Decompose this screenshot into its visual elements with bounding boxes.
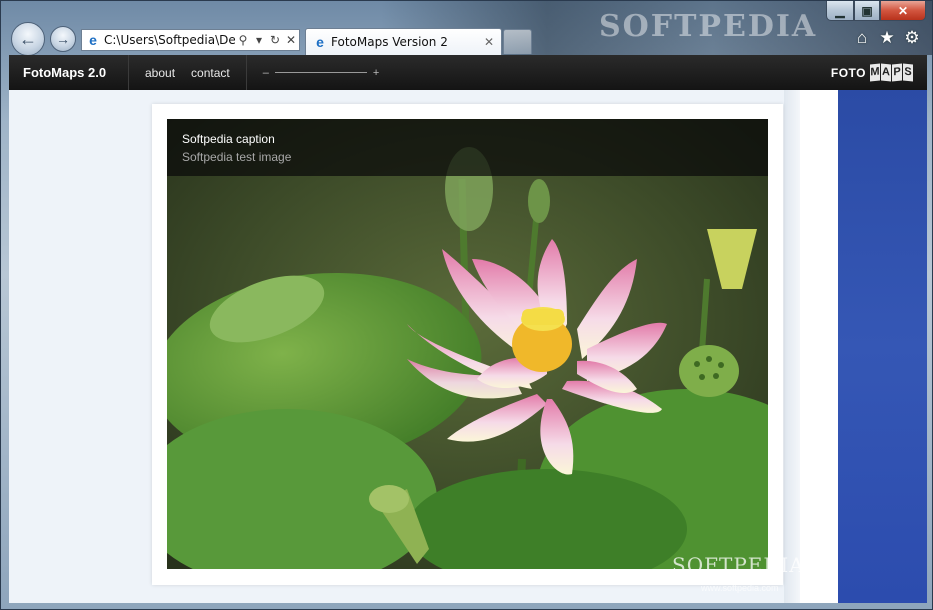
arrow-right-icon: → xyxy=(56,31,70,47)
zoom-slider[interactable]: – + xyxy=(247,67,380,79)
close-icon: ✕ xyxy=(897,3,909,18)
arrow-left-icon: ← xyxy=(19,28,37,49)
new-tab-button[interactable] xyxy=(503,29,532,54)
softpedia-watermark-bottom: SOFTPEDIA xyxy=(672,553,805,577)
browser-toolbar: ⌂ ★ ⚙ xyxy=(854,29,920,47)
ie-tab-icon: e xyxy=(316,34,324,50)
browser-window: SOFTPEDIA ▁ ▣ ✕ ← → e C:\Users\Softpedia… xyxy=(0,0,933,610)
site-brand[interactable]: FotoMaps 2.0 xyxy=(9,55,129,90)
tab-close-icon[interactable]: ✕ xyxy=(481,35,497,49)
maximize-button[interactable]: ▣ xyxy=(854,1,880,21)
map-blue-strip xyxy=(838,90,927,603)
close-button[interactable]: ✕ xyxy=(880,1,926,21)
stop-icon[interactable]: ✕ xyxy=(283,33,299,47)
window-caption-buttons: ▁ ▣ ✕ xyxy=(826,1,926,21)
site-nav-links: about contact xyxy=(129,55,247,90)
map-edge-strip xyxy=(784,90,800,603)
minimize-icon: ▁ xyxy=(835,3,845,18)
logo-letter: M xyxy=(870,63,880,82)
fotomaps-logo: FOTO M A P S xyxy=(830,63,913,82)
map-white-strip xyxy=(800,90,838,603)
lotus-photo[interactable]: Softpedia caption Softpedia test image xyxy=(167,119,768,569)
page-viewport: FotoMaps 2.0 about contact – + FOTO M A … xyxy=(9,55,927,603)
caption-overlay: Softpedia caption Softpedia test image xyxy=(167,119,768,176)
ie-page-icon: e xyxy=(89,32,97,48)
search-icon[interactable]: ⚲ xyxy=(235,33,251,47)
zoom-in-button[interactable]: + xyxy=(373,67,379,79)
nav-link-contact[interactable]: contact xyxy=(191,66,230,80)
tab-fotomaps[interactable]: e FotoMaps Version 2 ✕ xyxy=(305,28,502,55)
caption-subtitle: Softpedia test image xyxy=(182,150,292,164)
caption-title: Softpedia caption xyxy=(182,132,275,146)
back-button[interactable]: ← xyxy=(11,22,45,56)
logo-prefix: FOTO xyxy=(830,65,866,80)
forward-button[interactable]: → xyxy=(50,26,76,52)
zoom-track[interactable] xyxy=(274,72,367,73)
lotus-illustration xyxy=(167,119,768,569)
logo-letter: A xyxy=(881,63,891,82)
refresh-icon[interactable]: ↻ xyxy=(267,33,283,47)
photo-card: Softpedia caption Softpedia test image xyxy=(152,104,783,585)
nav-link-about[interactable]: about xyxy=(145,66,175,80)
dropdown-icon[interactable]: ▾ xyxy=(251,33,267,47)
logo-letter: S xyxy=(903,63,913,82)
gear-icon[interactable]: ⚙ xyxy=(904,29,920,47)
favorites-star-icon[interactable]: ★ xyxy=(879,29,895,47)
logo-letter: P xyxy=(892,63,902,82)
home-icon[interactable]: ⌂ xyxy=(854,29,870,47)
softpedia-watermark-top: SOFTPEDIA xyxy=(599,9,818,44)
site-navbar: FotoMaps 2.0 about contact – + FOTO M A … xyxy=(9,55,927,90)
minimize-button[interactable]: ▁ xyxy=(826,1,854,21)
address-bar[interactable]: e C:\Users\Softpedia\Des ⚲ ▾ ↻ ✕ xyxy=(81,29,300,51)
address-input[interactable]: C:\Users\Softpedia\Des xyxy=(104,33,235,47)
zoom-out-button[interactable]: – xyxy=(263,67,269,79)
tab-label: FotoMaps Version 2 xyxy=(331,35,448,49)
maximize-icon: ▣ xyxy=(861,3,873,18)
softpedia-watermark-url: www.softpedia.com xyxy=(701,583,779,593)
